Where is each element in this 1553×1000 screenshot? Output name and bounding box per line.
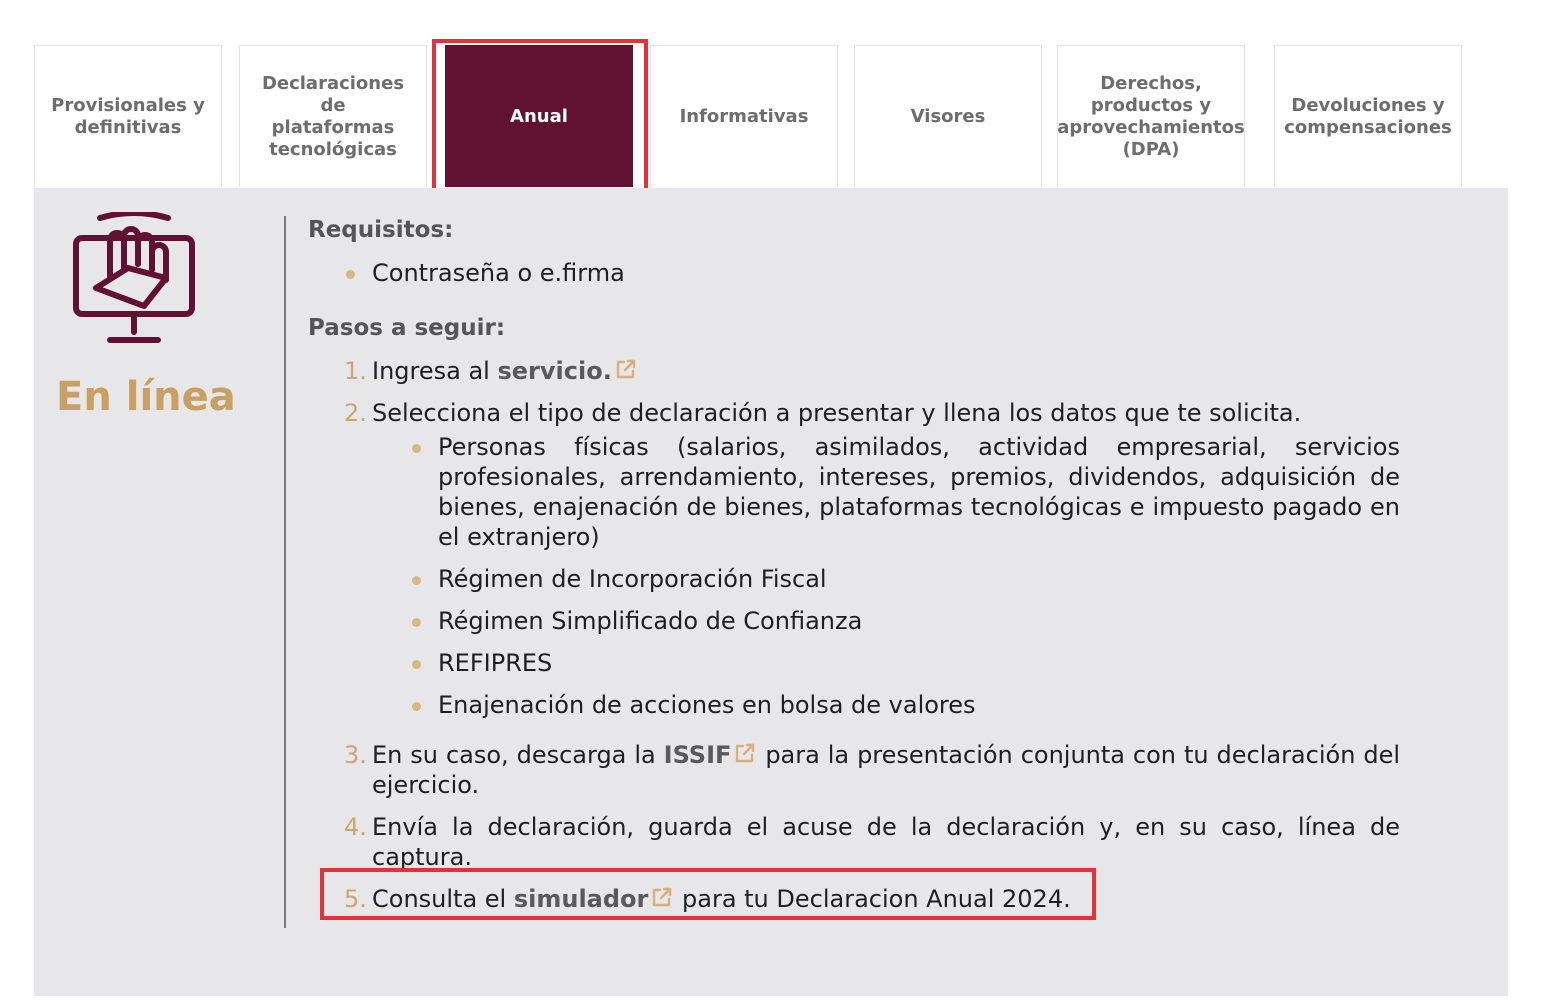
tab-informativas[interactable]: Informativas	[650, 45, 838, 187]
tab-anual[interactable]: Anual	[445, 45, 633, 187]
declaration-type-item: Personas físicas (salarios, asimilados, …	[372, 432, 1400, 552]
external-link-icon[interactable]	[614, 357, 638, 381]
tab-label: Anual	[510, 105, 568, 127]
step-2-text: Selecciona el tipo de declaración a pres…	[372, 399, 1302, 427]
external-link-icon[interactable]	[650, 885, 674, 909]
requirement-item: Contraseña o e.firma	[308, 258, 1400, 288]
step-3: 3. En su caso, descarga la ISSIF para la…	[308, 740, 1400, 800]
requirements-heading: Requisitos:	[308, 217, 454, 243]
monitor-hand-icon	[73, 212, 195, 343]
external-link-icon[interactable]	[733, 741, 757, 765]
declaration-type-item: REFIPRES	[372, 648, 1400, 678]
steps-heading: Pasos a seguir:	[308, 315, 506, 341]
tab-plataformas[interactable]: Declaraciones de plataformas tecnológica…	[239, 45, 427, 187]
step-text: Ingresa al servicio.	[372, 356, 1400, 386]
issif-link[interactable]: ISSIF	[664, 741, 732, 769]
tab-label: Visores	[910, 105, 986, 127]
step-4-text: Envía la declaración, guarda el acuse de…	[372, 813, 1400, 871]
step-5: 5. Consulta el simulador para tu Declara…	[308, 884, 1400, 914]
tab-dpa[interactable]: Derechos, productos y aprovechamientos (…	[1057, 45, 1245, 187]
step-3-text-before: En su caso, descarga la	[372, 741, 664, 769]
requirements-list: Contraseña o e.firma	[308, 258, 1400, 288]
step-number: 5.	[344, 885, 367, 913]
tab-label: Devoluciones y compensaciones	[1284, 94, 1452, 138]
step-text: En su caso, descarga la ISSIF para la pr…	[372, 740, 1400, 800]
tab-label: Informativas	[679, 105, 809, 127]
tab-label: Provisionales y definitivas	[51, 94, 205, 138]
tab-label: Declaraciones de plataformas tecnológica…	[261, 72, 405, 160]
declaration-types-list: Personas físicas (salarios, asimilados, …	[372, 432, 1400, 720]
step-4: 4. Envía la declaración, guarda el acuse…	[308, 812, 1400, 872]
tab-label: Derechos, productos y aprovechamientos (…	[1057, 72, 1245, 160]
tab-provisionales[interactable]: Provisionales y definitivas	[34, 45, 222, 187]
step-number: 3.	[344, 741, 367, 769]
instructions: Requisitos: Contraseña o e.firma Pasos a…	[308, 214, 1400, 926]
declaration-type-item: Enajenación de acciones en bolsa de valo…	[372, 690, 1400, 720]
channel-title: En línea	[56, 374, 236, 420]
content-panel: En línea Requisitos: Contraseña o e.firm…	[34, 188, 1508, 996]
step-text: Consulta el simulador para tu Declaracio…	[372, 884, 1400, 914]
declaration-type-item: Régimen de Incorporación Fiscal	[372, 564, 1400, 594]
servicio-link[interactable]: servicio.	[497, 357, 611, 385]
channel-column: En línea	[34, 188, 284, 928]
tab-bar: Provisionales y definitivas Declaracione…	[0, 0, 1553, 200]
step-2: 2. Selecciona el tipo de declaración a p…	[308, 398, 1400, 720]
declaration-type-item: Régimen Simplificado de Confianza	[372, 606, 1400, 636]
simulador-link[interactable]: simulador	[514, 885, 649, 913]
steps-list: 1. Ingresa al servicio. 2. Selecciona el…	[308, 356, 1400, 914]
step-1: 1. Ingresa al servicio.	[308, 356, 1400, 386]
step-number: 2.	[344, 399, 367, 427]
step-number: 1.	[344, 357, 367, 385]
step-1-text: Ingresa al	[372, 357, 498, 385]
tab-visores[interactable]: Visores	[854, 45, 1042, 187]
step-number: 4.	[344, 813, 367, 841]
vertical-divider	[284, 216, 286, 928]
step-5-text-after: para tu Declaracion Anual 2024.	[674, 885, 1071, 913]
tab-devoluciones[interactable]: Devoluciones y compensaciones	[1274, 45, 1462, 187]
step-5-text-before: Consulta el	[372, 885, 514, 913]
